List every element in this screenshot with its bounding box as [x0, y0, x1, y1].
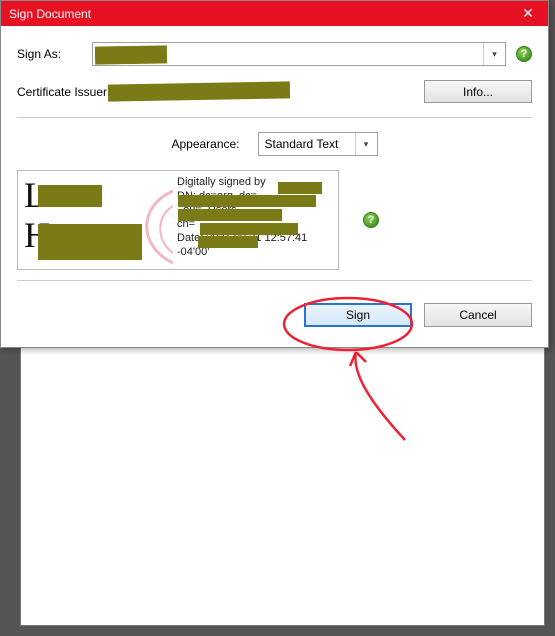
titlebar: Sign Document ✕: [1, 1, 548, 26]
dialog-content: Sign As: ▾ ? Certificate Issuer: Info...…: [1, 26, 548, 347]
action-row: Sign Cancel: [17, 295, 532, 331]
close-icon: ✕: [522, 5, 534, 22]
issuer-row: Certificate Issuer: Info...: [17, 80, 532, 103]
chevron-down-icon: ▾: [355, 133, 377, 155]
cancel-button[interactable]: Cancel: [424, 303, 532, 327]
date-text: Date: 2021.09.21 12:57:41: [177, 231, 334, 245]
ou-text: , ou=: [177, 204, 202, 216]
sign-as-select[interactable]: ▾: [92, 42, 506, 66]
preview-details: Digitally signed by DN: dc=org, dc= , ou…: [173, 171, 338, 269]
preview-name-graphic: L H: [18, 171, 173, 269]
window-title: Sign Document: [9, 7, 91, 21]
signature-preview: L H Digitally signed by DN: dc=org, dc= …: [17, 170, 339, 270]
info-button[interactable]: Info...: [424, 80, 532, 103]
dn-text: DN: dc=org, dc=: [177, 190, 257, 202]
sign-document-dialog: Sign Document ✕ Sign As: ▾ ? Certificate…: [0, 0, 549, 348]
signed-by-text: Digitally signed by: [177, 176, 266, 188]
appearance-label: Appearance:: [171, 137, 239, 151]
issuer-label: Certificate Issuer:: [17, 85, 122, 99]
divider: [17, 117, 532, 118]
appearance-value: Standard Text: [265, 137, 339, 151]
sign-as-label: Sign As:: [17, 47, 92, 61]
chevron-down-icon: ▾: [483, 43, 505, 65]
appearance-row: Appearance: Standard Text ▾: [17, 132, 532, 156]
preview-initial-2: H: [24, 215, 167, 255]
divider: [17, 280, 532, 281]
help-icon[interactable]: ?: [516, 46, 532, 62]
preview-initial-1: L: [24, 175, 167, 215]
help-icon[interactable]: ?: [363, 212, 379, 228]
preview-row: L H Digitally signed by DN: dc=org, dc= …: [17, 170, 532, 270]
appearance-select[interactable]: Standard Text ▾: [258, 132, 378, 156]
close-button[interactable]: ✕: [508, 1, 548, 26]
sign-button[interactable]: Sign: [304, 303, 412, 327]
users-text: , Users,: [202, 204, 240, 216]
sign-as-row: Sign As: ▾ ?: [17, 42, 532, 66]
tz-text: -04'00': [177, 245, 334, 259]
cn-text: cn=: [177, 218, 195, 230]
